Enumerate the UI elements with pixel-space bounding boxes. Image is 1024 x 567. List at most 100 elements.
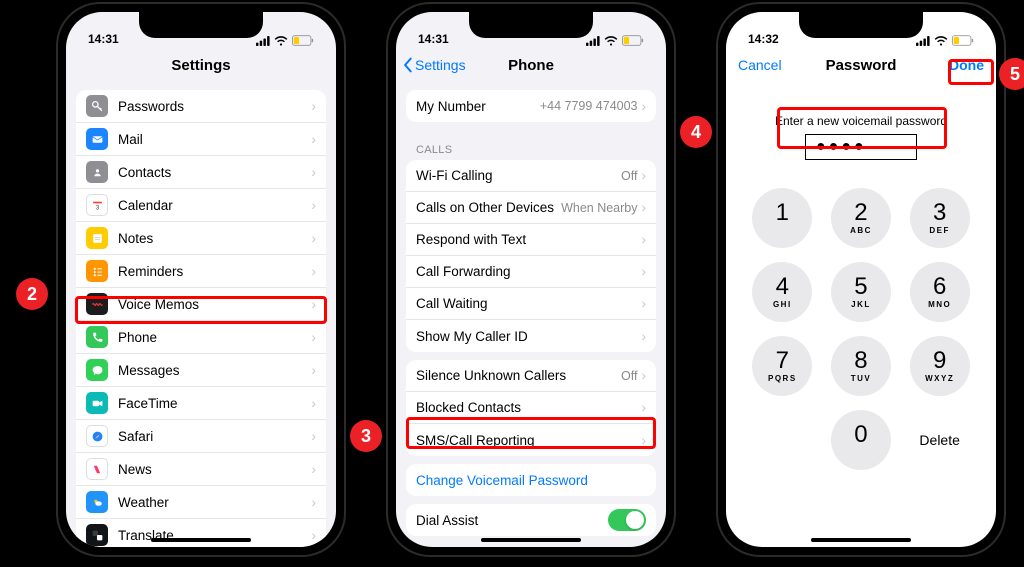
status-indicators: [916, 35, 974, 46]
chevron-right-icon: ›: [312, 462, 317, 477]
facetime-icon: [86, 392, 108, 414]
phone-settings-list[interactable]: My Number +44 7799 474003 › CALLS Wi-Fi …: [396, 82, 666, 547]
keypad-9[interactable]: 9WXYZ: [910, 336, 970, 396]
row-call-waiting[interactable]: Call Waiting›: [406, 288, 656, 320]
row-dial-assist[interactable]: Dial Assist: [406, 504, 656, 536]
chevron-right-icon: ›: [312, 528, 317, 543]
wifi-icon: [274, 36, 288, 46]
settings-row-phone[interactable]: Phone›: [76, 321, 326, 354]
chevron-right-icon: ›: [312, 297, 317, 312]
signal-icon: [916, 36, 930, 46]
row-respond-with-text[interactable]: Respond with Text›: [406, 224, 656, 256]
chevron-right-icon: ›: [642, 168, 647, 183]
row-label: Phone: [118, 330, 312, 345]
keypad-7[interactable]: 7PQRS: [752, 336, 812, 396]
settings-row-reminders[interactable]: Reminders›: [76, 255, 326, 288]
nav-bar: Settings: [66, 48, 336, 82]
row-label: Weather: [118, 495, 312, 510]
keypad-5[interactable]: 5JKL: [831, 262, 891, 322]
wifi-icon: [604, 36, 618, 46]
chevron-right-icon: ›: [642, 296, 647, 311]
password-entry-area: Enter a new voicemail password ●●●● 1 2A…: [726, 114, 996, 470]
row-change-voicemail-password[interactable]: Change Voicemail Password: [406, 464, 656, 496]
keypad-1[interactable]: 1: [752, 188, 812, 248]
keypad-delete[interactable]: Delete: [910, 410, 970, 470]
row-show-my-caller-id[interactable]: Show My Caller ID›: [406, 320, 656, 352]
back-button[interactable]: Settings: [402, 57, 466, 73]
chevron-right-icon: ›: [642, 264, 647, 279]
row-my-number[interactable]: My Number +44 7799 474003 ›: [406, 90, 656, 122]
done-button[interactable]: Done: [949, 57, 984, 73]
row-label: Reminders: [118, 264, 312, 279]
keypad-6[interactable]: 6MNO: [910, 262, 970, 322]
status-bar: 14:32: [726, 12, 996, 48]
group-header-calls: CALLS: [396, 130, 666, 160]
settings-row-contacts[interactable]: Contacts›: [76, 156, 326, 189]
row-label: Contacts: [118, 165, 312, 180]
calendar-icon: 3: [86, 194, 108, 216]
settings-row-translate[interactable]: Translate›: [76, 519, 326, 547]
status-time: 14:31: [418, 32, 449, 46]
password-field[interactable]: ●●●●: [805, 134, 917, 160]
settings-row-calendar[interactable]: 3 Calendar›: [76, 189, 326, 222]
settings-row-facetime[interactable]: FaceTime›: [76, 387, 326, 420]
chevron-right-icon: ›: [312, 396, 317, 411]
row-wi-fi-calling[interactable]: Wi-Fi CallingOff›: [406, 160, 656, 192]
keypad-8[interactable]: 8TUV: [831, 336, 891, 396]
chevron-right-icon: ›: [312, 363, 317, 378]
row-label: Passwords: [118, 99, 312, 114]
row-call-forwarding[interactable]: Call Forwarding›: [406, 256, 656, 288]
row-sms-call-reporting[interactable]: SMS/Call Reporting›: [406, 424, 656, 456]
nav-bar: Settings Phone: [396, 48, 666, 82]
status-indicators: [586, 35, 644, 46]
settings-row-weather[interactable]: Weather›: [76, 486, 326, 519]
settings-list[interactable]: Passwords›Mail›Contacts›3Calendar›Notes›…: [66, 82, 336, 547]
cancel-button[interactable]: Cancel: [738, 57, 782, 73]
row-label: News: [118, 462, 312, 477]
row-label: Notes: [118, 231, 312, 246]
settings-row-news[interactable]: News›: [76, 453, 326, 486]
row-label: Calendar: [118, 198, 312, 213]
battery-icon: [292, 35, 314, 46]
numeric-keypad: 1 2ABC 3DEF 4GHI 5JKL 6MNO 7PQRS 8TUV 9WXYZ 0 De…: [726, 188, 996, 470]
chevron-right-icon: ›: [312, 132, 317, 147]
home-indicator[interactable]: [151, 538, 251, 542]
home-indicator[interactable]: [811, 538, 911, 542]
keypad-3[interactable]: 3DEF: [910, 188, 970, 248]
keypad-2[interactable]: 2ABC: [831, 188, 891, 248]
phone-icon: [86, 326, 108, 348]
status-bar: 14:31: [396, 12, 666, 48]
home-indicator[interactable]: [481, 538, 581, 542]
chevron-right-icon: ›: [312, 198, 317, 213]
settings-row-safari[interactable]: Safari›: [76, 420, 326, 453]
screen-settings: 14:31 Settings Passwords›Mail›Contacts›3…: [66, 12, 336, 547]
phone-frame-3: 14:32 Cancel Password Done Enter a new v…: [716, 2, 1006, 557]
contacts-icon: [86, 161, 108, 183]
phone-frame-2: 14:31 Settings Phone My Number +44 7799 …: [386, 2, 676, 557]
chevron-right-icon: ›: [642, 200, 647, 215]
chevron-right-icon: ›: [312, 99, 317, 114]
safari-icon: [86, 425, 108, 447]
voicememos-icon: [86, 293, 108, 315]
step-badge-2: 2: [16, 278, 48, 310]
screen-phone-settings: 14:31 Settings Phone My Number +44 7799 …: [396, 12, 666, 547]
wifi-icon: [934, 36, 948, 46]
keypad-4[interactable]: 4GHI: [752, 262, 812, 322]
row-calls-on-other-devices[interactable]: Calls on Other DevicesWhen Nearby›: [406, 192, 656, 224]
chevron-right-icon: ›: [642, 400, 647, 415]
settings-row-voice-memos[interactable]: Voice Memos›: [76, 288, 326, 321]
chevron-right-icon: ›: [642, 329, 647, 344]
row-silence-unknown-callers[interactable]: Silence Unknown CallersOff›: [406, 360, 656, 392]
settings-row-notes[interactable]: Notes›: [76, 222, 326, 255]
status-time: 14:32: [748, 32, 779, 46]
settings-row-mail[interactable]: Mail›: [76, 123, 326, 156]
toggle-dial-assist[interactable]: [608, 509, 646, 531]
dial-assist-footer: Dial assist automatically determines the…: [396, 544, 666, 547]
step-badge-3: 3: [350, 420, 382, 452]
messages-icon: [86, 359, 108, 381]
settings-row-messages[interactable]: Messages›: [76, 354, 326, 387]
status-time: 14:31: [88, 32, 119, 46]
settings-row-passwords[interactable]: Passwords›: [76, 90, 326, 123]
keypad-0[interactable]: 0: [831, 410, 891, 470]
row-blocked-contacts[interactable]: Blocked Contacts›: [406, 392, 656, 424]
